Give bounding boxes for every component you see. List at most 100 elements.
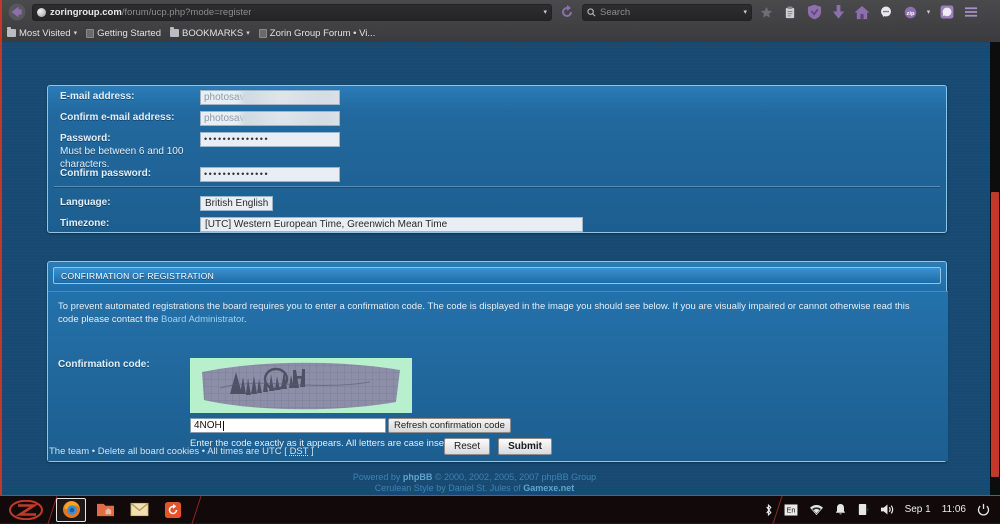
zorin-menu-button[interactable] bbox=[0, 496, 52, 524]
confirm-email-label: Confirm e-mail address: bbox=[60, 111, 200, 124]
instructions-text-end: . bbox=[244, 314, 247, 325]
credits: Powered by phpBB © 2000, 2002, 2005, 200… bbox=[2, 472, 947, 494]
keyboard-layout-icon[interactable]: En bbox=[784, 504, 798, 516]
scrollbar-thumb[interactable] bbox=[991, 192, 999, 477]
home-icon[interactable] bbox=[852, 2, 872, 22]
wifi-icon[interactable] bbox=[809, 504, 824, 516]
email-label: E-mail address: bbox=[60, 90, 200, 103]
confirm-password-label: Confirm password: bbox=[60, 167, 200, 180]
search-bar[interactable]: Search ▾ bbox=[582, 4, 752, 21]
password-label: Password: Must be between 6 and 100 char… bbox=[60, 132, 200, 171]
page-scrollbar[interactable] bbox=[990, 42, 1000, 495]
back-button[interactable] bbox=[6, 2, 28, 22]
reload-button[interactable] bbox=[556, 2, 578, 22]
phpbb-brand[interactable]: phpBB bbox=[403, 472, 433, 482]
folder-icon bbox=[170, 29, 179, 37]
confirm-password-value: •••••••••••••• bbox=[204, 168, 269, 181]
email-field[interactable]: photosavingsr bbox=[200, 90, 340, 105]
download-arrow-icon[interactable] bbox=[828, 2, 848, 22]
footer-links: The team • Delete all board cookies • Al… bbox=[49, 446, 314, 457]
field-password: Password: Must be between 6 and 100 char… bbox=[60, 132, 340, 171]
password-label-text: Password: bbox=[60, 133, 111, 144]
folder-icon bbox=[7, 29, 16, 37]
urlbar-actions: ▾ bbox=[543, 8, 547, 16]
bookmark-zorin-group-forum[interactable]: Zorin Group Forum • Vi... bbox=[259, 28, 376, 39]
zorin-logo-icon bbox=[9, 500, 43, 520]
gamexe-brand[interactable]: Gamexe.net bbox=[523, 483, 574, 493]
system-tray: En Sep 1 11:06 bbox=[764, 503, 1000, 517]
confirm-email-field[interactable]: photosavingsr bbox=[200, 111, 340, 126]
taskbar: En Sep 1 11:06 bbox=[0, 495, 1000, 523]
chevron-down-icon[interactable]: ▾ bbox=[924, 2, 933, 22]
search-chevron-down-icon[interactable]: ▾ bbox=[743, 8, 747, 16]
url-path: /forum/ucp.php?mode=register bbox=[122, 7, 252, 18]
powered-post: © 2000, 2002, 2005, 2007 phpBB Group bbox=[432, 472, 596, 482]
captcha-image bbox=[190, 358, 412, 413]
style-credit-line: Cerulean Style by Daniel St. Jules of Ga… bbox=[2, 483, 947, 494]
confirmation-panel: CONFIRMATION OF REGISTRATION To prevent … bbox=[47, 261, 947, 462]
footer-links-text[interactable]: The team • Delete all board cookies • Al… bbox=[49, 446, 290, 457]
taskbar-divider bbox=[191, 496, 201, 524]
bookmark-most-visited[interactable]: Most Visited ▾ bbox=[7, 28, 77, 39]
submit-button[interactable]: Submit bbox=[498, 438, 552, 455]
password-field[interactable]: •••••••••••••• bbox=[200, 132, 340, 147]
clipboard-icon[interactable] bbox=[780, 2, 800, 22]
confirm-password-field[interactable]: •••••••••••••• bbox=[200, 167, 340, 182]
shield-icon[interactable] bbox=[804, 2, 824, 22]
navigation-toolbar: zoringroup.com/forum/ucp.php?mode=regist… bbox=[2, 0, 1000, 24]
language-select[interactable]: British English bbox=[200, 196, 273, 211]
bell-icon[interactable] bbox=[835, 503, 846, 516]
clock-time[interactable]: 11:06 bbox=[942, 504, 966, 515]
text-caret bbox=[223, 421, 224, 431]
reset-button[interactable]: Reset bbox=[444, 438, 490, 455]
bookmark-label: Getting Started bbox=[97, 28, 161, 39]
bookmarks-toolbar: Most Visited ▾ Getting Started BOOKMARKS… bbox=[2, 24, 1000, 42]
taskbar-item-mail[interactable] bbox=[124, 498, 154, 522]
field-timezone: Timezone: [UTC] Western European Time, G… bbox=[60, 217, 583, 232]
password-value: •••••••••••••• bbox=[204, 133, 269, 146]
search-icon bbox=[587, 8, 596, 17]
firefox-icon bbox=[62, 500, 81, 519]
redaction-blur bbox=[241, 111, 340, 126]
timezone-select[interactable]: [UTC] Western European Time, Greenwich M… bbox=[200, 217, 583, 232]
panel-divider bbox=[54, 186, 940, 187]
confirmation-code-label: Confirmation code: bbox=[58, 358, 188, 371]
browser-chrome: zoringroup.com/forum/ucp.php?mode=regist… bbox=[0, 0, 1000, 42]
battery-icon[interactable] bbox=[857, 503, 869, 516]
power-icon[interactable] bbox=[977, 503, 990, 516]
bookmark-label: Zorin Group Forum • Vi... bbox=[270, 28, 376, 39]
field-confirm-email: Confirm e-mail address: photosavingsr bbox=[60, 111, 340, 126]
whatsapp-icon[interactable] bbox=[937, 2, 957, 22]
field-email: E-mail address: photosavingsr bbox=[60, 90, 340, 105]
confirmation-code-value: 4NOH bbox=[194, 420, 222, 431]
bookmark-getting-started[interactable]: Getting Started bbox=[86, 28, 161, 39]
taskbar-item-firefox[interactable] bbox=[56, 498, 86, 522]
url-host: zoringroup.com bbox=[50, 7, 122, 18]
clock-date[interactable]: Sep 1 bbox=[905, 504, 931, 515]
chat-icon[interactable] bbox=[876, 2, 896, 22]
refresh-confirmation-code-button[interactable]: Refresh confirmation code bbox=[388, 418, 511, 433]
site-favicon bbox=[37, 8, 46, 17]
confirmation-code-input[interactable]: 4NOH bbox=[190, 418, 386, 433]
bookmark-bookmarks-folder[interactable]: BOOKMARKS ▾ bbox=[170, 28, 250, 39]
search-placeholder: Search bbox=[600, 7, 630, 18]
taskbar-item-file-manager[interactable] bbox=[90, 498, 120, 522]
zip-icon[interactable]: zip bbox=[900, 2, 920, 22]
chevron-down-icon: ▾ bbox=[74, 29, 78, 37]
board-administrator-link[interactable]: Board Administrator bbox=[161, 314, 244, 325]
star-icon[interactable] bbox=[756, 2, 776, 22]
bookmark-label: Most Visited bbox=[19, 28, 71, 39]
confirmation-instructions: To prevent automated registrations the b… bbox=[58, 300, 926, 326]
bookmark-label: BOOKMARKS bbox=[182, 28, 243, 39]
page-viewport: E-mail address: photosavingsr Confirm e-… bbox=[0, 42, 1000, 495]
chevron-down-icon[interactable]: ▾ bbox=[543, 8, 547, 16]
bluetooth-icon[interactable] bbox=[764, 503, 773, 517]
url-bar[interactable]: zoringroup.com/forum/ucp.php?mode=regist… bbox=[32, 4, 552, 21]
hamburger-menu-icon[interactable] bbox=[961, 2, 981, 22]
software-updater-icon bbox=[164, 501, 182, 519]
volume-icon[interactable] bbox=[880, 503, 894, 516]
taskbar-item-software-updater[interactable] bbox=[158, 498, 188, 522]
confirmation-panel-heading: CONFIRMATION OF REGISTRATION bbox=[53, 267, 941, 284]
page-icon bbox=[259, 29, 267, 38]
field-language: Language: British English bbox=[60, 196, 273, 211]
